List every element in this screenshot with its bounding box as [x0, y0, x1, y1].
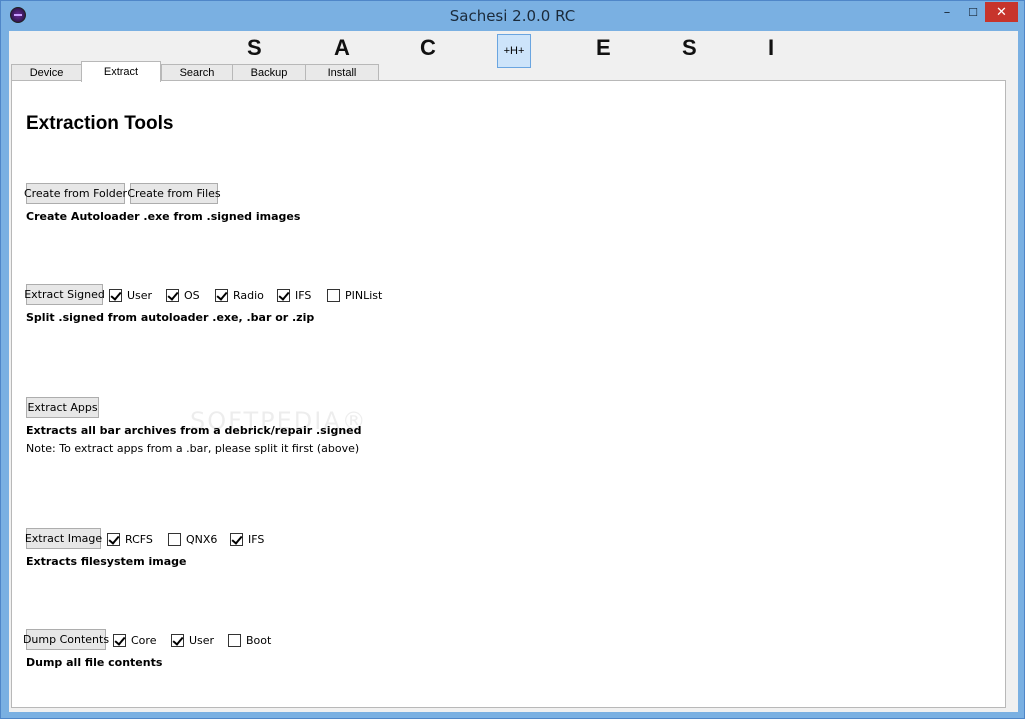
- split-signed-description: Split .signed from autoloader .exe, .bar…: [26, 311, 315, 324]
- checkbox-empty: [168, 532, 181, 546]
- checkmark-icon: [215, 288, 228, 302]
- checkbox-signed-pinlist[interactable]: PINList: [327, 287, 382, 303]
- tab-backup[interactable]: Backup: [232, 64, 306, 81]
- dump-contents-button[interactable]: Dump Contents: [23, 629, 109, 650]
- checkbox-signed-os[interactable]: OS: [166, 287, 200, 303]
- dump-contents-description: Dump all file contents: [26, 656, 163, 669]
- tab-install[interactable]: Install: [305, 64, 379, 81]
- title-bar[interactable]: Sachesi 2.0.0 RC – ☐ ✕: [1, 1, 1024, 31]
- extract-panel: SOFTPEDIA® Extraction Tools Create from …: [11, 80, 1006, 708]
- create-from-files-button[interactable]: Create from Files: [127, 183, 221, 204]
- checkbox-dump-boot[interactable]: Boot: [228, 632, 271, 648]
- extract-apps-note: Note: To extract apps from a .bar, pleas…: [26, 442, 360, 455]
- banner-letter-s2: S: [682, 35, 697, 60]
- checkmark-icon: [113, 633, 126, 647]
- extract-image-description: Extracts filesystem image: [26, 555, 187, 568]
- checkmark-icon: [166, 288, 179, 302]
- banner-letter-a: A: [334, 35, 350, 60]
- tab-device[interactable]: Device: [11, 64, 82, 81]
- checkbox-signed-radio[interactable]: Radio: [215, 287, 264, 303]
- main-window: Sachesi 2.0.0 RC – ☐ ✕ S A C +H+ E S I D…: [0, 0, 1025, 719]
- tab-search[interactable]: Search: [161, 64, 233, 81]
- checkbox-image-rcfs[interactable]: RCFS: [107, 531, 153, 547]
- checkbox-signed-user[interactable]: User: [109, 287, 152, 303]
- checkmark-icon: [109, 288, 122, 302]
- close-button[interactable]: ✕: [985, 2, 1018, 22]
- extract-apps-button[interactable]: Extract Apps: [26, 397, 99, 418]
- checkbox-dump-core[interactable]: Core: [113, 632, 156, 648]
- checkmark-icon: [107, 532, 120, 546]
- client-area: S A C +H+ E S I Device Extract Search Ba…: [9, 31, 1018, 712]
- extract-apps-description: Extracts all bar archives from a debrick…: [26, 424, 362, 437]
- maximize-button[interactable]: ☐: [960, 2, 986, 22]
- page-title: Extraction Tools: [26, 113, 174, 134]
- banner-letter-e: E: [596, 35, 611, 60]
- checkbox-image-ifs[interactable]: IFS: [230, 531, 264, 547]
- checkbox-empty: [327, 288, 340, 302]
- banner-letter-c: C: [420, 35, 436, 60]
- checkbox-image-qnx6[interactable]: QNX6: [168, 531, 217, 547]
- checkbox-dump-user[interactable]: User: [171, 632, 214, 648]
- checkmark-icon: [171, 633, 184, 647]
- checkbox-empty: [228, 633, 241, 647]
- hidden-features-button[interactable]: +H+: [497, 34, 531, 68]
- checkmark-icon: [230, 532, 243, 546]
- extract-image-button[interactable]: Extract Image: [25, 528, 102, 549]
- window-title: Sachesi 2.0.0 RC: [449, 7, 576, 25]
- create-autoloader-description: Create Autoloader .exe from .signed imag…: [26, 210, 301, 223]
- create-from-folder-button[interactable]: Create from Folder: [24, 183, 127, 204]
- banner-letter-i: I: [768, 35, 775, 60]
- checkbox-signed-ifs[interactable]: IFS: [277, 287, 311, 303]
- minimize-button[interactable]: –: [934, 2, 960, 22]
- banner-letter-s1: S: [247, 35, 262, 60]
- extract-signed-button[interactable]: Extract Signed: [24, 284, 105, 305]
- checkmark-icon: [277, 288, 290, 302]
- tab-extract[interactable]: Extract: [81, 61, 161, 82]
